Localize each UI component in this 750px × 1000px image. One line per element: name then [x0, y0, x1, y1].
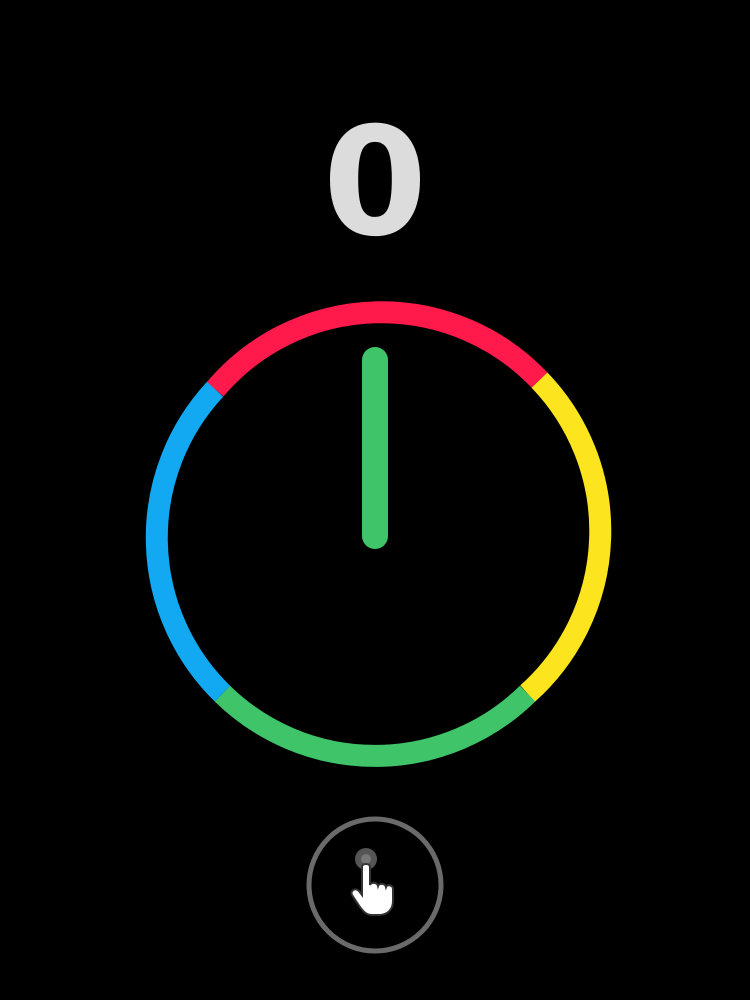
tap-hand-icon: [306, 816, 444, 954]
wheel-segment-yellow: [520, 372, 612, 702]
score-display: 0: [322, 96, 428, 270]
game-screen[interactable]: 0: [0, 0, 750, 1000]
color-wheel: [145, 301, 612, 767]
wheel-segment-green: [214, 685, 536, 767]
wheel-segment-blue: [145, 381, 231, 702]
tap-button[interactable]: [305, 815, 445, 955]
